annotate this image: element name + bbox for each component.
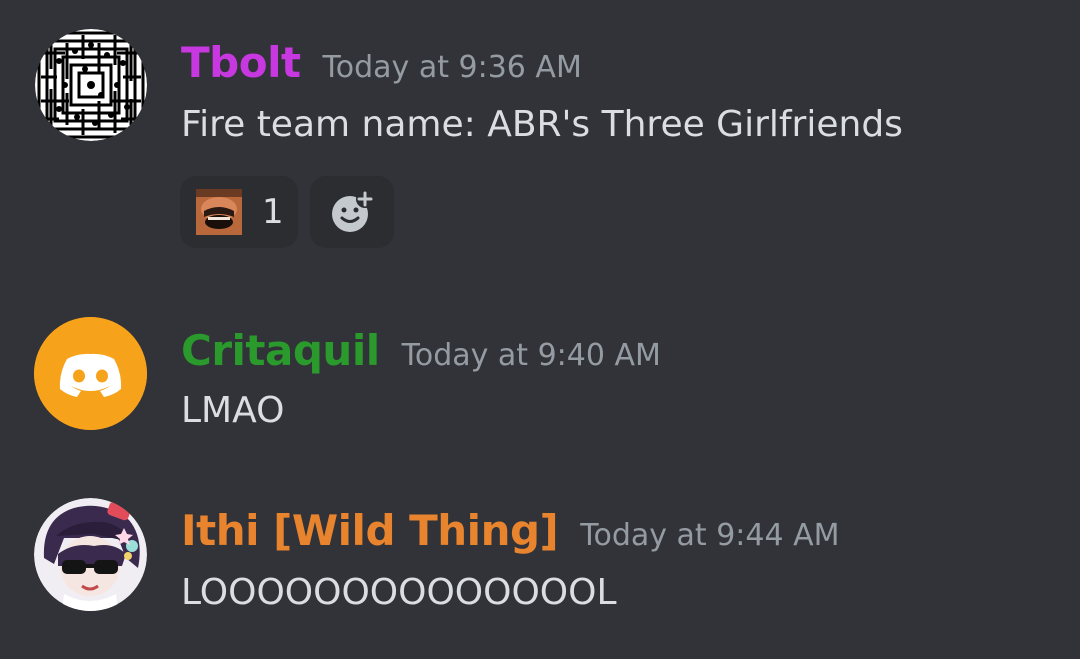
message-text: LMAO [181, 390, 285, 431]
message-header: Tbolt Today at 9:36 AM [181, 38, 582, 87]
timestamp[interactable]: Today at 9:44 AM [580, 518, 839, 553]
laughing-man-emoji-icon [196, 189, 242, 235]
username-ithi[interactable]: Ithi [Wild Thing] [181, 506, 559, 555]
reaction-count: 1 [262, 192, 284, 232]
username-tbolt[interactable]: Tbolt [181, 38, 301, 87]
message-text: Fire team name: ABR's Three Girlfriends [181, 104, 903, 145]
add-reaction-icon [329, 189, 375, 235]
message-header: Ithi [Wild Thing] Today at 9:44 AM [181, 506, 840, 555]
message-text: LOOOOOOOOOOOOOOL [181, 572, 617, 613]
message-header: Critaquil Today at 9:40 AM [181, 326, 661, 375]
add-reaction-button[interactable] [310, 176, 394, 248]
reaction-laughing-man[interactable]: 1 [180, 176, 298, 248]
timestamp[interactable]: Today at 9:40 AM [402, 338, 661, 373]
maze-pattern-avatar[interactable] [35, 29, 147, 141]
message-list: Tbolt Today at 9:36 AM Fire team name: AB… [0, 0, 1080, 659]
discord-logo-avatar[interactable] [34, 317, 147, 430]
anime-sunglasses-avatar[interactable] [34, 498, 147, 611]
reactions-bar: 1 [180, 176, 394, 248]
timestamp[interactable]: Today at 9:36 AM [323, 50, 582, 85]
username-critaquil[interactable]: Critaquil [181, 326, 380, 375]
